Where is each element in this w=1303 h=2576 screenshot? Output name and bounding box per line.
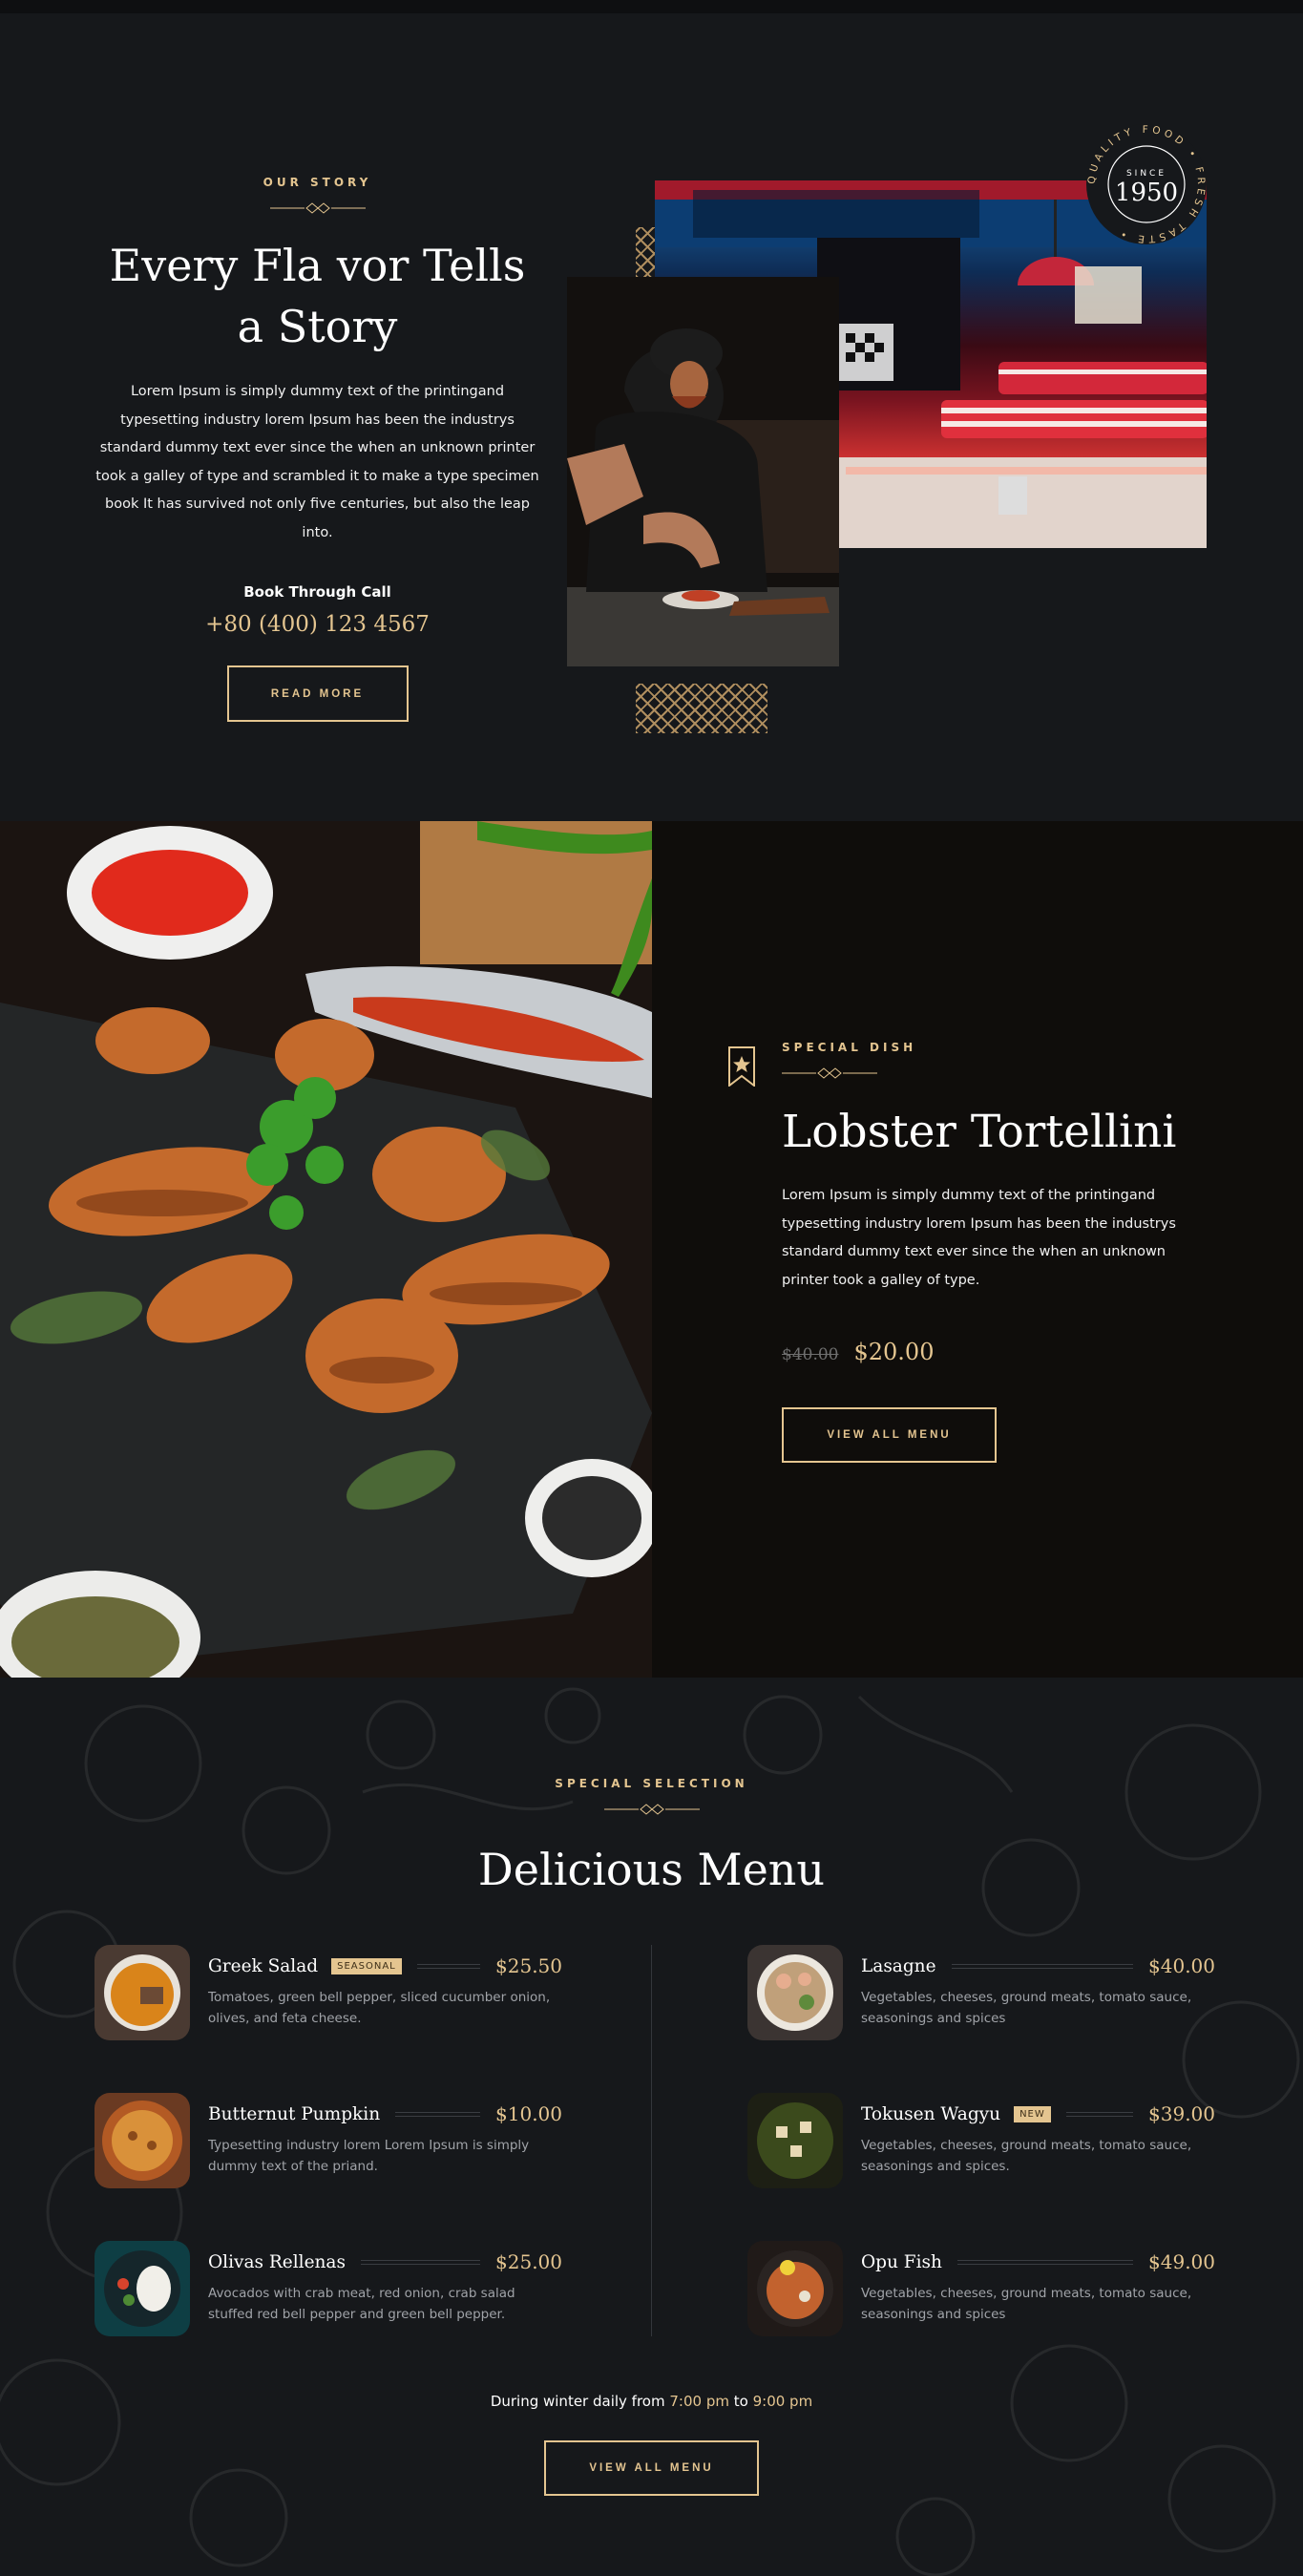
opu-fish-thumbnail	[747, 2241, 843, 2336]
badge-since-label: SINCE	[1126, 169, 1166, 179]
view-all-menu-button[interactable]: VIEW ALL MENU	[544, 2440, 759, 2496]
menu-column-divider	[651, 1945, 652, 2336]
top-bar	[0, 0, 1303, 13]
item-price: $49.00	[1148, 2250, 1215, 2273]
menu-eyebrow: SPECIAL SELECTION	[555, 1777, 748, 1790]
item-name: Greek Salad	[208, 1955, 319, 1976]
greek-salad-thumbnail	[95, 1945, 190, 2040]
special-dish-text-block: SPECIAL DISH Lobster Tortellini Lorem Ip…	[782, 1041, 1211, 1463]
delicious-menu-section: SPECIAL SELECTION Delicious Menu Greek S…	[0, 1678, 1303, 2576]
price-leader	[360, 2259, 481, 2265]
call-label: Book Through Call	[243, 583, 391, 601]
new-price: $20.00	[853, 1339, 935, 1365]
item-description: Avocados with crab meat, red onion, crab…	[208, 2286, 515, 2322]
item-price: $25.50	[495, 1954, 562, 1977]
special-eyebrow: SPECIAL DISH	[782, 1041, 917, 1054]
decor-pattern-bottom	[636, 684, 767, 733]
item-price: $40.00	[1148, 1954, 1215, 1977]
item-name: Olivas Rellenas	[208, 2251, 346, 2272]
badge-year: 1950	[1115, 179, 1178, 207]
ornament-separator	[603, 1804, 700, 1815]
butternut-pumpkin-thumbnail	[95, 2093, 190, 2188]
hours-prefix: During winter daily from	[490, 2393, 665, 2410]
menu-header: SPECIAL SELECTION Delicious Menu	[0, 1777, 1303, 1895]
view-all-menu-button[interactable]: VIEW ALL MENU	[782, 1407, 997, 1463]
item-name: Tokusen Wagyu	[861, 2103, 1001, 2124]
price-leader	[395, 2111, 481, 2117]
our-story-section: OUR STORY Every Fla vor Tells a Story Lo…	[0, 13, 1303, 821]
item-description: Vegetables, cheeses, ground meats, tomat…	[861, 2286, 1192, 2322]
menu-item[interactable]: Butternut Pumpkin $10.00 Typesetting ind…	[95, 2093, 562, 2198]
special-dish-section: SPECIAL DISH Lobster Tortellini Lorem Ip…	[0, 821, 1303, 1678]
menu-item[interactable]: Lasagne $40.00 Vegetables, cheeses, grou…	[747, 1945, 1215, 2050]
new-badge: NEW	[1014, 2105, 1051, 2122]
story-text-block: OUR STORY Every Fla vor Tells a Story Lo…	[95, 176, 539, 722]
price-leader	[1065, 2111, 1134, 2117]
story-eyebrow: OUR STORY	[263, 176, 372, 189]
item-description: Vegetables, cheeses, ground meats, tomat…	[861, 1990, 1192, 2026]
old-price: $40.00	[782, 1345, 839, 1364]
bookmark-star-icon	[728, 1046, 755, 1087]
item-price: $10.00	[495, 2102, 562, 2125]
price-leader	[416, 1963, 481, 1969]
read-more-button[interactable]: READ MORE	[226, 665, 409, 722]
special-dish-body: Lorem Ipsum is simply dummy text of the …	[782, 1188, 1176, 1288]
menu-item[interactable]: Olivas Rellenas $25.00 Avocados with cra…	[95, 2241, 562, 2346]
olivas-rellenas-thumbnail	[95, 2241, 190, 2336]
ornament-separator	[782, 1067, 877, 1079]
seasonal-badge: SEASONAL	[331, 1957, 402, 1974]
story-title: Every Fla vor Tells a Story	[109, 240, 526, 352]
menu-title: Delicious Menu	[477, 1844, 826, 1895]
hours-start: 7:00 pm	[669, 2393, 729, 2410]
story-body: Lorem Ipsum is simply dummy text of the …	[95, 384, 539, 540]
item-price: $25.00	[495, 2250, 562, 2273]
since-1950-badge: QUALITY FOOD • FRESH TASTE • SINCE 1950	[1086, 124, 1207, 244]
tokusen-wagyu-thumbnail	[747, 2093, 843, 2188]
grilled-chicken-wings-image	[0, 821, 652, 1678]
item-name: Butternut Pumpkin	[208, 2103, 381, 2124]
item-name: Opu Fish	[861, 2251, 942, 2272]
menu-item[interactable]: Opu Fish $49.00 Vegetables, cheeses, gro…	[747, 2241, 1215, 2346]
price-leader	[951, 1963, 1134, 1969]
price-row: $40.00 $20.00	[782, 1339, 1211, 1365]
opening-hours: During winter daily from 7:00 pm to 9:00…	[0, 2393, 1303, 2410]
item-name: Lasagne	[861, 1955, 936, 1976]
ornament-separator	[269, 202, 366, 214]
menu-item[interactable]: Tokusen Wagyu NEW $39.00 Vegetables, che…	[747, 2093, 1215, 2198]
chef-plating-image	[567, 277, 839, 666]
item-description: Tomatoes, green bell pepper, sliced cucu…	[208, 1990, 551, 2026]
hours-mid: to	[733, 2393, 748, 2410]
item-description: Vegetables, cheeses, ground meats, tomat…	[861, 2138, 1192, 2174]
price-leader	[956, 2259, 1134, 2265]
hours-end: 9:00 pm	[752, 2393, 813, 2410]
item-price: $39.00	[1148, 2102, 1215, 2125]
item-description: Typesetting industry lorem Lorem Ipsum i…	[208, 2138, 530, 2174]
call-number-link[interactable]: +80 (400) 123 4567	[95, 612, 539, 637]
lasagne-thumbnail	[747, 1945, 843, 2040]
menu-item[interactable]: Greek Salad SEASONAL $25.50 Tomatoes, gr…	[95, 1945, 562, 2050]
special-dish-title: Lobster Tortellini	[782, 1106, 1177, 1158]
